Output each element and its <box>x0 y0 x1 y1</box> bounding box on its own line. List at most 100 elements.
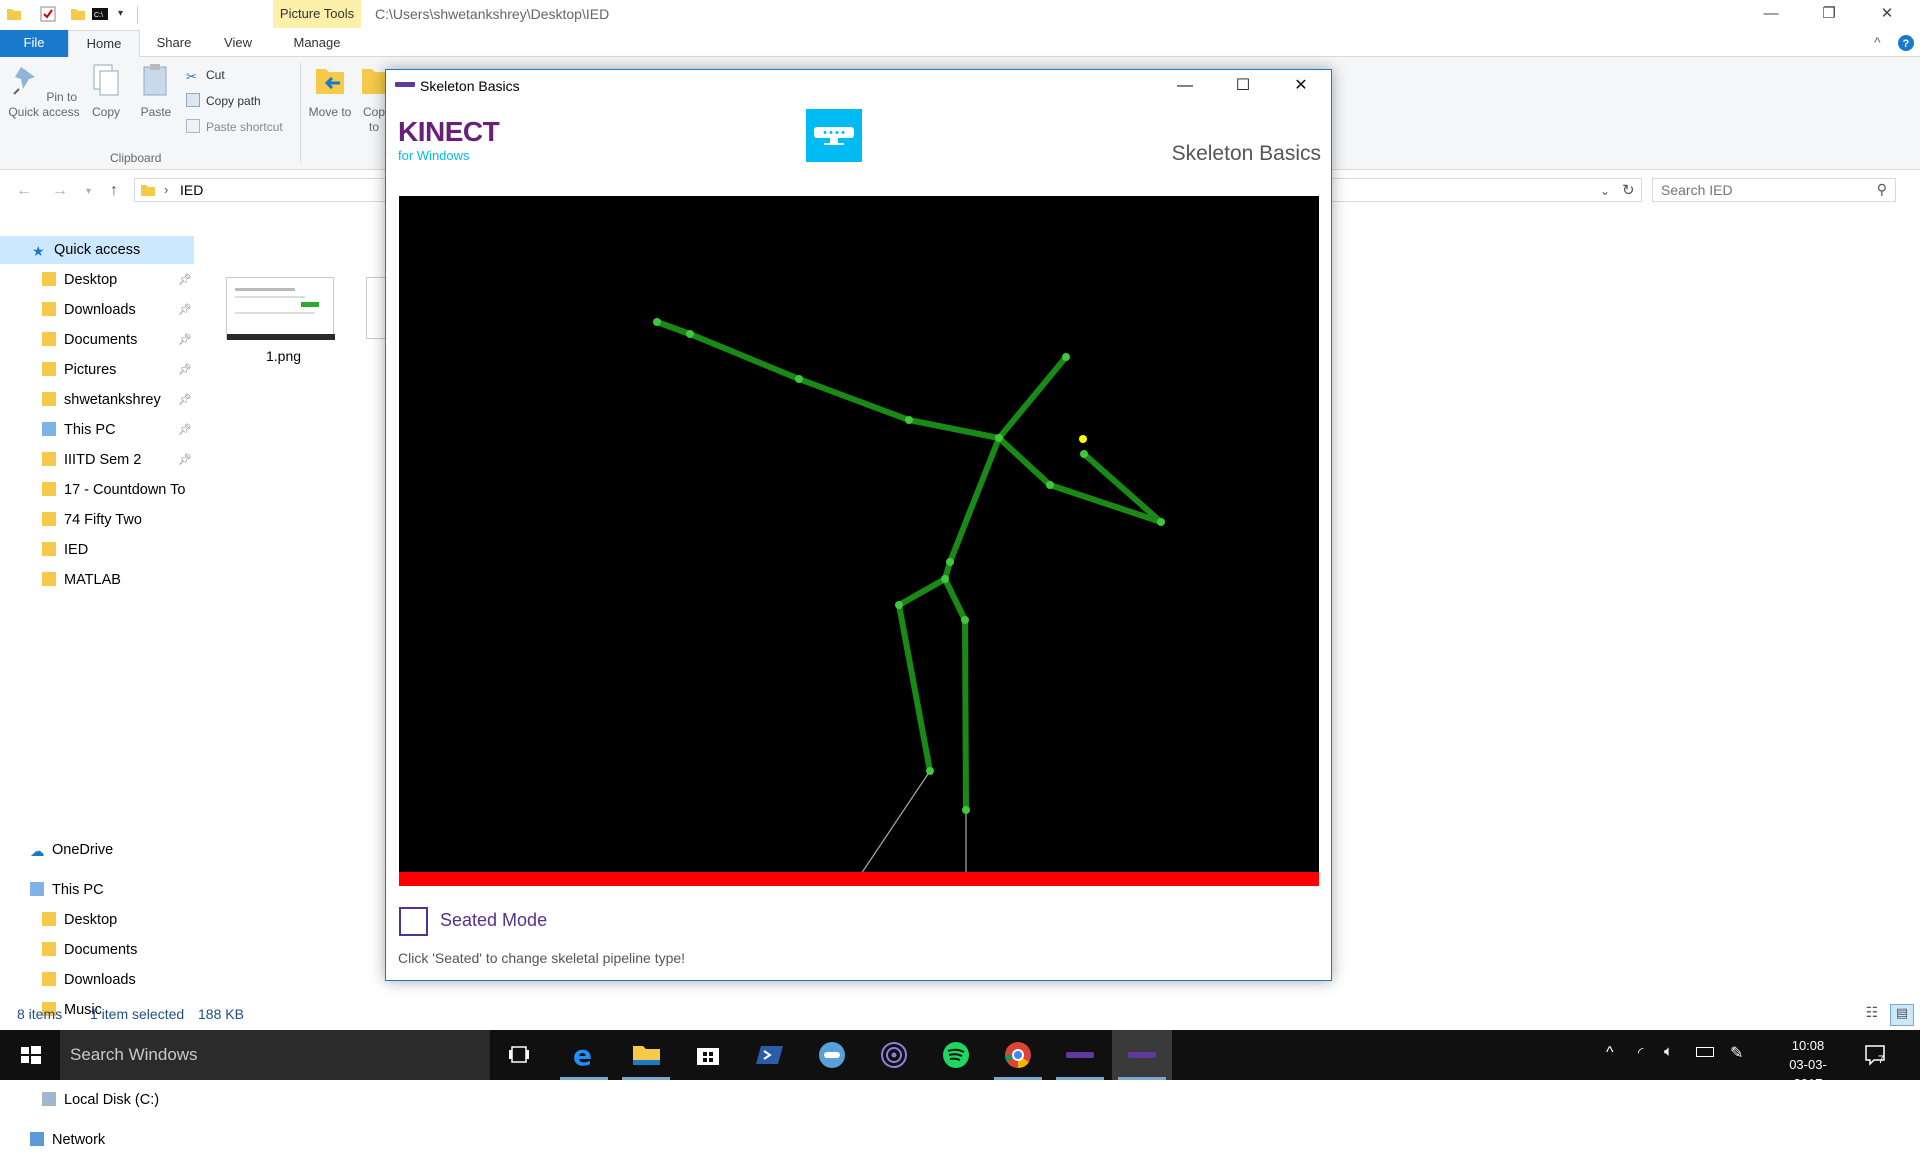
pin-icon[interactable]: 📌︎ <box>178 273 192 286</box>
file-name[interactable]: 1.png <box>266 348 301 364</box>
copy-to-button[interactable]: Cop to <box>360 63 388 135</box>
qat-dropdown-icon[interactable]: ▾ <box>118 8 123 19</box>
taskbar-explorer[interactable] <box>616 1030 676 1080</box>
taskbar-spotify[interactable] <box>926 1030 986 1080</box>
taskbar-kinect-app[interactable] <box>1050 1030 1110 1080</box>
help-icon[interactable]: ? <box>1897 34 1915 52</box>
tab-manage[interactable]: Manage <box>273 30 361 57</box>
taskbar-tor[interactable] <box>864 1030 924 1080</box>
tab-view[interactable]: View <box>210 30 266 57</box>
search-icon[interactable]: ⚲ <box>1877 181 1887 198</box>
new-folder-icon[interactable] <box>70 6 86 22</box>
nav-network[interactable]: Network <box>30 1126 105 1154</box>
nav-quick-item[interactable]: 17 - Countdown To <box>42 476 192 504</box>
nav-this-pc[interactable]: This PC <box>30 876 104 904</box>
taskbar-powershell[interactable] <box>740 1030 800 1080</box>
tab-share[interactable]: Share <box>146 30 202 57</box>
nav-quick-item[interactable]: MATLAB <box>42 566 192 594</box>
breadcrumb-current[interactable]: IED <box>180 182 203 198</box>
computer-icon <box>30 882 44 896</box>
seated-mode-checkbox[interactable] <box>399 907 428 936</box>
up-arrow-icon[interactable]: ↑ <box>110 182 118 200</box>
pin-icon[interactable]: 📌︎ <box>178 393 192 406</box>
nav-onedrive[interactable]: ☁ OneDrive <box>30 836 113 864</box>
nav-quick-item[interactable]: IED <box>42 536 192 564</box>
nav-label: 17 - Countdown To <box>64 482 186 498</box>
nav-pc-item[interactable]: Local Disk (C:) <box>42 1086 192 1114</box>
forward-arrow-icon[interactable]: → <box>52 182 68 200</box>
sk-minimize-button[interactable]: — <box>1156 70 1214 101</box>
tab-file[interactable]: File <box>0 30 68 57</box>
taskbar-edge[interactable]: e <box>554 1030 614 1080</box>
file-thumbnail[interactable] <box>226 277 335 340</box>
taskbar-chrome[interactable] <box>988 1030 1048 1080</box>
copy-button[interactable]: Copy <box>86 63 126 120</box>
clock[interactable]: 10:08 03-03-2017 <box>1780 1036 1836 1093</box>
recent-locations-icon[interactable]: ▾ <box>86 186 91 197</box>
pin-to-quick-access-button[interactable]: Pin to Quick access <box>6 63 82 120</box>
folder-icon[interactable] <box>6 6 22 22</box>
taskbar-store[interactable] <box>678 1030 738 1080</box>
seated-mode-label[interactable]: Seated Mode <box>440 910 547 931</box>
details-view-icon[interactable]: ☷ <box>1862 1004 1882 1024</box>
sk-window-title: Skeleton Basics <box>420 78 520 94</box>
star-icon: ★ <box>32 243 45 259</box>
pin-icon[interactable]: 📌︎ <box>178 303 192 316</box>
refresh-icon[interactable]: ↻ <box>1622 181 1635 199</box>
copy-path-button[interactable]: Copy path <box>186 91 261 111</box>
clock-date: 03-03-2017 <box>1789 1057 1827 1091</box>
close-button[interactable]: ✕ <box>1864 0 1910 30</box>
search-input[interactable] <box>1653 179 1853 201</box>
file-thumbnail[interactable] <box>366 277 386 339</box>
nav-quick-item[interactable]: IIITD Sem 2 <box>42 446 192 474</box>
svg-text:?: ? <box>1903 38 1910 50</box>
taskbar-search[interactable]: Search Windows <box>60 1030 490 1080</box>
paste-button[interactable]: Paste <box>136 63 176 120</box>
nav-quick-access[interactable]: ★ Quick access <box>0 236 194 264</box>
cut-button[interactable]: ✂ Cut <box>186 65 225 85</box>
nav-pc-item[interactable]: Desktop <box>42 906 192 934</box>
move-to-button[interactable]: Move to <box>308 63 352 120</box>
nav-pc-item[interactable]: Downloads <box>42 966 192 994</box>
nav-quick-item[interactable]: Desktop <box>42 266 192 294</box>
tab-home[interactable]: Home <box>68 30 140 58</box>
nav-quick-item[interactable]: This PC <box>42 416 192 444</box>
nav-quick-item[interactable]: 74 Fifty Two <box>42 506 192 534</box>
paste-shortcut-button[interactable]: Paste shortcut <box>186 117 283 137</box>
nav-quick-item[interactable]: shwetankshrey <box>42 386 192 414</box>
properties-icon[interactable] <box>40 6 56 22</box>
pin-icon[interactable]: 📌︎ <box>178 333 192 346</box>
battery-icon[interactable] <box>1696 1047 1714 1057</box>
taskbar-skeleton-basics[interactable] <box>1112 1030 1172 1080</box>
task-view-button[interactable] <box>490 1030 550 1080</box>
start-button[interactable] <box>0 1030 60 1080</box>
chevron-down-icon[interactable]: ⌄ <box>1600 184 1610 198</box>
action-center-button[interactable]: 7 <box>1860 1040 1900 1070</box>
nav-quick-item[interactable]: Documents <box>42 326 192 354</box>
volume-icon[interactable]: 🔈︎ <box>1664 1043 1673 1060</box>
joint <box>795 375 803 383</box>
pin-icon[interactable]: 📌︎ <box>178 453 192 466</box>
cmd-icon[interactable]: C:\ <box>92 6 108 22</box>
restore-button[interactable]: ❐ <box>1806 0 1852 30</box>
taskbar-game-app[interactable] <box>802 1030 862 1080</box>
breadcrumb-chevron-icon[interactable]: › <box>164 182 168 197</box>
pin-icon[interactable]: 📌︎ <box>178 363 192 376</box>
pen-icon[interactable]: ✎ <box>1730 1043 1743 1063</box>
nav-pc-item[interactable]: Documents <box>42 936 192 964</box>
sk-titlebar[interactable]: Skeleton Basics — ☐ ✕ <box>386 70 1331 101</box>
nav-quick-item[interactable]: Downloads <box>42 296 192 324</box>
wifi-icon[interactable]: ◜ <box>1638 1044 1643 1061</box>
back-arrow-icon[interactable]: ← <box>16 182 32 200</box>
joint <box>946 558 954 566</box>
sk-maximize-button[interactable]: ☐ <box>1214 70 1272 101</box>
pin-icon[interactable]: 📌︎ <box>178 423 192 436</box>
show-hidden-icons-icon[interactable]: ^ <box>1606 1044 1614 1062</box>
sk-close-button[interactable]: ✕ <box>1272 70 1330 101</box>
chevron-up-icon[interactable]: ^ <box>1874 34 1881 50</box>
search-box[interactable]: ⚲ <box>1652 178 1896 202</box>
nav-quick-item[interactable]: Pictures <box>42 356 192 384</box>
drive-icon <box>42 1092 56 1106</box>
minimize-button[interactable]: — <box>1748 0 1794 30</box>
large-icons-view-icon[interactable]: ▤ <box>1890 1004 1914 1026</box>
